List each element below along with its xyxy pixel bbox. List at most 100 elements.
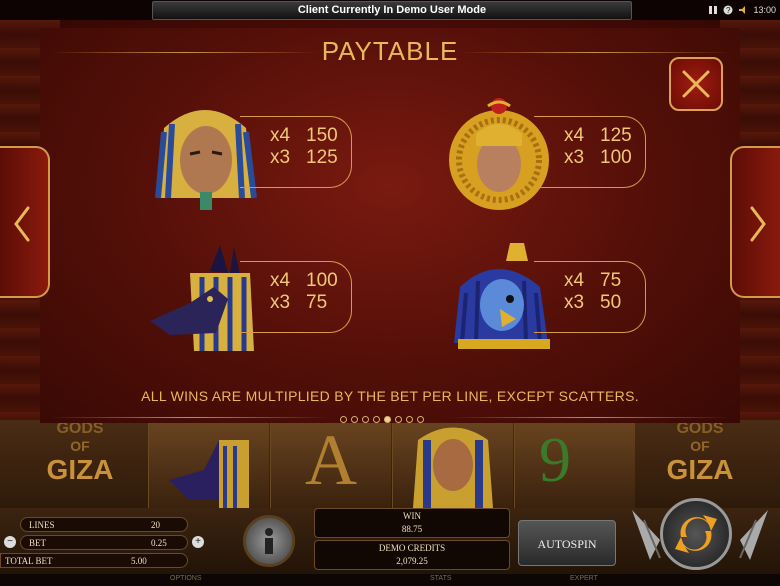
page-dot[interactable] — [362, 416, 369, 423]
payout-value: 75 — [306, 292, 328, 313]
paytable-entry-queen: x4 125 x3 100 — [444, 98, 654, 218]
multiplier: x3 — [564, 292, 585, 313]
bet-increase-button[interactable]: + — [192, 536, 204, 548]
payout-row-x4: x4 100 — [270, 270, 338, 292]
total-bet-value: 5.00 — [131, 556, 147, 566]
payout-value: 100 — [306, 270, 338, 291]
paytable-note: ALL WINS ARE MULTIPLIED BY THE BET PER L… — [141, 388, 639, 404]
payout-value: 75 — [600, 270, 622, 291]
multiplier: x4 — [270, 270, 291, 291]
logo-text-of: OF — [70, 438, 90, 454]
page-dot[interactable] — [340, 416, 347, 423]
top-bar: Client Currently In Demo User Mode ? 13:… — [0, 0, 780, 20]
page-dot[interactable] — [373, 416, 380, 423]
page-indicator — [340, 416, 424, 423]
spin-arrows-icon — [675, 515, 717, 553]
multiplier: x4 — [564, 125, 585, 146]
game-stage: GODS OF GIZA A 9 GODS OF GIZA PAYTABLE x… — [0, 0, 780, 586]
sound-icon[interactable] — [738, 5, 748, 15]
pharaoh-reel-icon — [413, 427, 493, 508]
tab-stats[interactable]: STATS — [430, 575, 452, 582]
total-bet-label: TOTAL BET — [5, 556, 53, 566]
total-bet-field: TOTAL BET 5.00 — [0, 553, 188, 568]
multiplier: x4 — [270, 125, 291, 146]
paytable-entry-anubis: x4 100 x3 75 — [150, 243, 360, 363]
multiplier: x3 — [270, 292, 291, 313]
payout-value: 125 — [600, 125, 632, 146]
autospin-button[interactable]: AUTOSPIN — [518, 520, 616, 566]
previous-page-button[interactable] — [0, 146, 50, 298]
clock: 13:00 — [753, 5, 776, 15]
payout-box: x4 150 x3 125 — [240, 116, 352, 188]
chevron-left-icon — [14, 206, 30, 242]
paytable-title: PAYTABLE — [321, 36, 459, 66]
payout-box: x4 75 x3 50 — [534, 261, 646, 333]
win-display: WIN 88.75 — [314, 508, 510, 538]
payout-row-x4: x4 150 — [270, 125, 338, 147]
chevron-right-icon — [750, 206, 766, 242]
payout-value: 100 — [600, 147, 632, 168]
payout-value: 150 — [306, 125, 338, 146]
multiplier: x3 — [564, 147, 585, 168]
anubis-reel-icon — [169, 440, 249, 508]
credits-value: 2,079.25 — [396, 556, 428, 566]
payout-row-x3: x3 125 — [270, 147, 338, 169]
paytable-entry-pharaoh: x4 150 x3 125 — [150, 98, 360, 218]
bottom-tab-bar: OPTIONS STATS EXPERT — [0, 574, 780, 586]
page-dot[interactable] — [351, 416, 358, 423]
svg-text:?: ? — [726, 6, 731, 15]
close-button[interactable] — [669, 57, 723, 111]
payout-box: x4 100 x3 75 — [240, 261, 352, 333]
win-value: 88.75 — [401, 524, 423, 534]
payout-box: x4 125 x3 100 — [534, 116, 646, 188]
tab-options[interactable]: OPTIONS — [170, 575, 202, 582]
lines-field: LINES 20 — [20, 517, 188, 532]
page-dot[interactable] — [384, 416, 391, 423]
paytable-panel — [40, 28, 740, 423]
logo-text-giza: GIZA — [46, 454, 114, 485]
footer-divider-left — [50, 417, 330, 418]
logo-left: GODS OF GIZA — [30, 420, 130, 508]
payout-row-x4: x4 125 — [564, 125, 632, 147]
close-icon — [682, 70, 710, 98]
spin-button[interactable] — [660, 498, 732, 570]
page-dot[interactable] — [395, 416, 402, 423]
status-icons: ? 13:00 — [708, 2, 776, 18]
credits-display: DEMO CREDITS 2,079.25 — [314, 540, 510, 570]
footer-divider-right — [450, 417, 730, 418]
reel-pharaoh — [392, 420, 513, 508]
multiplier: x3 — [270, 147, 291, 168]
number-9-symbol: 9 — [539, 424, 571, 495]
reel-anubis — [148, 420, 269, 508]
credits-label: DEMO CREDITS — [378, 543, 446, 553]
payout-value: 125 — [306, 147, 338, 168]
payout-row-x4: x4 75 — [564, 270, 621, 292]
bet-decrease-button[interactable]: − — [4, 536, 16, 548]
payout-row-x3: x3 75 — [270, 292, 327, 314]
tab-expert[interactable]: EXPERT — [570, 575, 598, 582]
page-dot[interactable] — [406, 416, 413, 423]
lines-label: LINES — [29, 520, 55, 530]
bet-value: 0.25 — [151, 538, 167, 548]
paytable-entry-horus: x4 75 x3 50 — [444, 243, 654, 363]
logo-right: GODS OF GIZA — [650, 420, 750, 508]
bet-label: BET — [29, 538, 46, 548]
help-icon[interactable]: ? — [723, 5, 733, 15]
reel-number-9: 9 — [514, 420, 635, 508]
next-page-button[interactable] — [730, 146, 780, 298]
payout-value: 50 — [600, 292, 622, 313]
bet-field: BET 0.25 — [20, 535, 188, 550]
lines-value: 20 — [151, 520, 160, 530]
payout-row-x3: x3 50 — [564, 292, 621, 314]
info-icon — [265, 528, 273, 554]
multiplier: x4 — [564, 270, 585, 291]
demo-mode-banner: Client Currently In Demo User Mode — [152, 1, 632, 20]
reel-letter-a: A — [270, 420, 391, 508]
logo-text-giza: GIZA — [666, 454, 734, 485]
page-dot[interactable] — [417, 416, 424, 423]
info-button[interactable] — [243, 515, 295, 567]
reel-strip: GODS OF GIZA A 9 GODS OF GIZA — [0, 420, 780, 508]
logo-text-of: OF — [690, 438, 710, 454]
pause-icon[interactable] — [708, 5, 718, 15]
win-label: WIN — [403, 511, 421, 521]
